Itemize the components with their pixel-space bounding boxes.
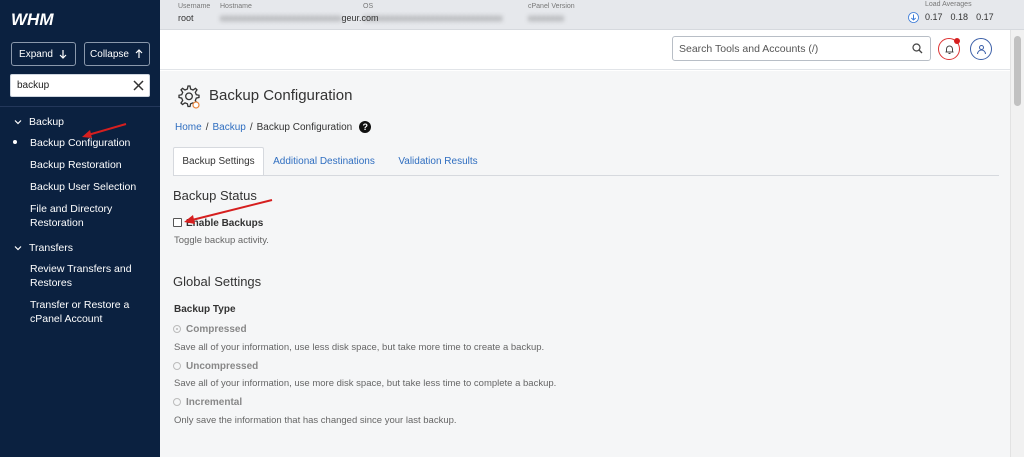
hostname-value: xxxxxxxxxxxxxxxxxxxxxxxxxxxgeur.com [220,13,379,23]
sidebar-item-file-directory-restoration[interactable]: File and Directory Restoration [30,202,155,230]
username-label: Username [178,3,211,10]
user-icon [976,44,986,54]
compressed-radio[interactable] [173,325,181,333]
compressed-desc: Save all of your information, use less d… [174,342,545,353]
collapse-label: Collapse [90,48,129,60]
notification-dot [954,38,960,44]
cpanel-version-value-redacted: xxxxxxxx [528,13,564,23]
uncompressed-label[interactable]: Uncompressed [186,361,258,372]
sidebar: WHM Expand Collapse Backup Backup Config… [0,0,160,457]
incremental-radio[interactable] [173,398,181,406]
breadcrumb-backup[interactable]: Backup [212,122,245,133]
arrow-down-circle-icon [908,12,919,23]
os-label: OS [363,3,374,10]
tab-validation-results[interactable]: Validation Results [391,147,485,176]
global-settings-heading: Global Settings [173,274,262,289]
sidebar-item-backup-configuration[interactable]: Backup Configuration [30,136,155,150]
notifications-button[interactable] [938,38,960,60]
os-value-redacted: xxxxxxxxxxxxxxxxxxxxxxxxxxxxxxx [363,13,503,23]
tab-backup-settings[interactable]: Backup Settings [173,147,264,176]
server-info-bar: Username root Hostname xxxxxxxxxxxxxxxxx… [160,0,1024,30]
backup-status-heading: Backup Status [173,188,257,203]
load-5min: 0.18 [950,12,969,22]
hostname-label: Hostname [220,3,252,10]
breadcrumb: Home / Backup / Backup Configuration ? [175,121,372,133]
compressed-label[interactable]: Compressed [186,324,247,335]
clear-search-icon[interactable] [133,80,144,91]
page-scrollbar[interactable] [1010,30,1024,457]
load-15min: 0.17 [976,12,994,22]
sidebar-divider [0,106,160,107]
breadcrumb-home[interactable]: Home [175,122,202,133]
whm-logo[interactable]: WHM [11,9,73,29]
help-icon[interactable]: ? [359,121,372,133]
expand-button[interactable]: Expand [11,42,76,66]
sidebar-item-backup-user-selection[interactable]: Backup User Selection [30,180,155,194]
search-icon[interactable] [912,43,923,54]
cpanel-version-label: cPanel Version [528,3,575,10]
load-averages-values: 0.17 0.18 0.17 [925,12,994,22]
enable-backups-checkbox[interactable] [173,218,182,227]
incremental-label[interactable]: Incremental [186,397,242,408]
nav-group-transfers[interactable]: Transfers [14,242,73,254]
chevron-down-icon [14,120,22,125]
breadcrumb-current: Backup Configuration [256,121,353,133]
tool-search [672,36,931,61]
active-indicator [13,140,17,144]
sidebar-item-transfer-restore-account[interactable]: Transfer or Restore a cPanel Account [30,298,155,326]
collapse-button[interactable]: Collapse [84,42,150,66]
tab-divider [173,175,999,176]
page-title: Backup Configuration [209,87,353,104]
username-info: Username root [178,2,210,25]
os-info: OS xxxxxxxxxxxxxxxxxxxxxxxxxxxxxxx [363,2,503,25]
hostname-info: Hostname xxxxxxxxxxxxxxxxxxxxxxxxxxxgeur… [220,2,379,25]
cpanel-version-info: cPanel Version xxxxxxxx [528,2,575,25]
nav-group-label: Backup [29,116,65,128]
backup-config-gear-icon [178,85,200,109]
username-value: root [178,13,194,23]
arrow-up-icon [135,49,143,58]
arrow-down-icon [59,50,67,59]
expand-label: Expand [19,48,53,60]
backup-type-label: Backup Type [174,304,236,315]
incremental-desc: Only save the information that has chang… [174,415,457,426]
bell-icon [945,45,953,54]
sidebar-search-input[interactable] [11,75,129,96]
tool-search-input[interactable] [673,37,903,60]
scrollbar-thumb[interactable] [1014,36,1021,106]
header [160,30,1010,70]
svg-text:WHM: WHM [11,10,54,29]
sidebar-item-backup-restoration[interactable]: Backup Restoration [30,158,155,172]
chevron-down-icon [14,246,22,251]
enable-backups-label[interactable]: Enable Backups [186,218,263,229]
tab-additional-destinations[interactable]: Additional Destinations [267,147,381,176]
enable-backups-help: Toggle backup activity. [174,235,269,246]
load-1min: 0.17 [925,12,943,22]
nav-group-backup[interactable]: Backup [14,116,64,128]
user-menu-button[interactable] [970,38,992,60]
uncompressed-radio[interactable] [173,362,181,370]
uncompressed-desc: Save all of your information, use more d… [174,378,557,389]
sidebar-search [10,74,150,97]
sidebar-item-review-transfers[interactable]: Review Transfers and Restores [30,262,155,290]
load-averages-label: Load Averages [925,1,972,8]
nav-group-label: Transfers [29,242,73,254]
